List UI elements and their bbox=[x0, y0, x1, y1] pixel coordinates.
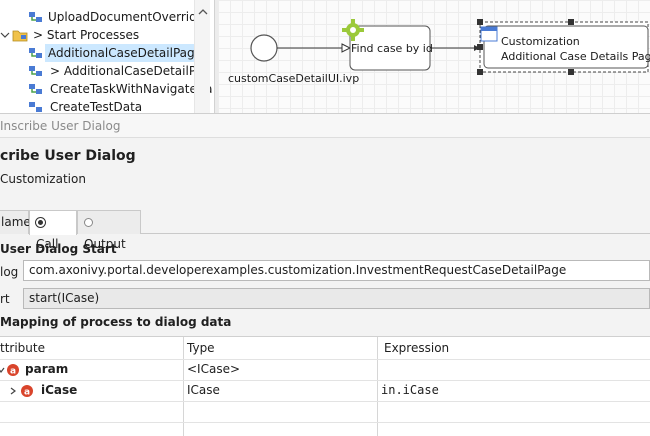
row-divider bbox=[0, 380, 650, 381]
tree-item-label: CreateTaskWithNavigateBa bbox=[50, 82, 213, 96]
expression-cell[interactable]: in.iCase bbox=[381, 380, 439, 401]
selection-handle bbox=[477, 44, 483, 50]
selection-handle bbox=[568, 69, 574, 75]
dialog-title: cribe User Dialog bbox=[0, 148, 136, 164]
attribute-cell: param bbox=[25, 362, 69, 376]
project-tree: UploadDocumentOverride > Start Processes… bbox=[0, 0, 214, 113]
start-field[interactable]: start(ICase) bbox=[23, 288, 650, 309]
selection-handle bbox=[477, 69, 483, 75]
type-cell: ICase bbox=[187, 383, 220, 397]
tree-item-label: CreateTestData bbox=[50, 100, 143, 113]
svg-text:a: a bbox=[10, 367, 16, 377]
start-event-circle bbox=[250, 34, 278, 62]
process-icon bbox=[28, 100, 44, 113]
task-label: Find case by id bbox=[351, 42, 433, 55]
row-divider bbox=[0, 359, 650, 360]
column-header-attribute[interactable]: ttribute bbox=[0, 337, 45, 359]
tab-bar: lame Call Output bbox=[0, 208, 650, 251]
section-user-dialog-start: User Dialog Start bbox=[0, 242, 117, 256]
attribute-icon: a bbox=[6, 363, 20, 377]
selection-handle bbox=[568, 19, 574, 25]
tree-item-label: UploadDocumentOverride bbox=[48, 10, 205, 24]
dialog-box-title: Customization bbox=[501, 35, 580, 48]
start-event-label: customCaseDetailUI.ivp bbox=[228, 72, 360, 85]
chevron-right-icon[interactable] bbox=[6, 384, 20, 398]
dialog-subtitle: Customization bbox=[0, 172, 86, 186]
tree-item-label: > Start Processes bbox=[33, 28, 140, 42]
tab-output[interactable]: Output bbox=[77, 210, 141, 251]
section-mapping: Mapping of process to dialog data bbox=[0, 315, 232, 329]
selection-handle bbox=[477, 19, 483, 25]
arrow-head bbox=[341, 43, 352, 53]
tree-scrollbar[interactable] bbox=[194, 0, 210, 113]
call-icon bbox=[36, 218, 45, 227]
attribute-icon: a bbox=[20, 384, 34, 398]
process-icon bbox=[28, 46, 44, 60]
process-icon bbox=[28, 82, 44, 96]
folder-icon bbox=[12, 28, 28, 42]
process-icon bbox=[28, 64, 44, 78]
dialog-field[interactable]: com.axonivy.portal.developerexamples.cus… bbox=[23, 260, 650, 281]
column-header-expression[interactable]: Expression bbox=[380, 337, 449, 359]
tree-item-label: > AdditionalCaseDetailPag bbox=[50, 64, 211, 78]
process-canvas[interactable]: customCaseDetailUI.ivp Find case by id C… bbox=[218, 0, 650, 113]
column-header-type[interactable]: Type bbox=[183, 337, 215, 359]
dialog-box-name: Additional Case Details Page bbox=[501, 50, 650, 63]
view-title: Inscribe User Dialog bbox=[0, 119, 121, 133]
view-titlebar: Inscribe User Dialog bbox=[0, 114, 650, 138]
start-label: rt bbox=[0, 292, 10, 306]
row-divider bbox=[0, 401, 650, 402]
tab-name[interactable]: lame bbox=[0, 210, 31, 234]
output-icon bbox=[84, 218, 93, 227]
attribute-cell: iCase bbox=[41, 383, 78, 397]
process-icon bbox=[28, 10, 44, 24]
mapping-table: ttribute Type Expression a param <ICase> bbox=[0, 336, 650, 436]
svg-text:a: a bbox=[24, 388, 30, 398]
chevron-down-icon[interactable] bbox=[0, 28, 10, 42]
chevron-up-icon[interactable] bbox=[198, 6, 208, 16]
row-divider bbox=[0, 422, 650, 423]
dialog-label: log bbox=[0, 265, 19, 279]
type-cell: <ICase> bbox=[187, 362, 241, 376]
tab-call[interactable]: Call bbox=[29, 210, 77, 251]
inscribe-view: Inscribe User Dialog cribe User Dialog C… bbox=[0, 113, 650, 436]
tree-item-label: AdditionalCaseDetailPage bbox=[45, 44, 206, 62]
